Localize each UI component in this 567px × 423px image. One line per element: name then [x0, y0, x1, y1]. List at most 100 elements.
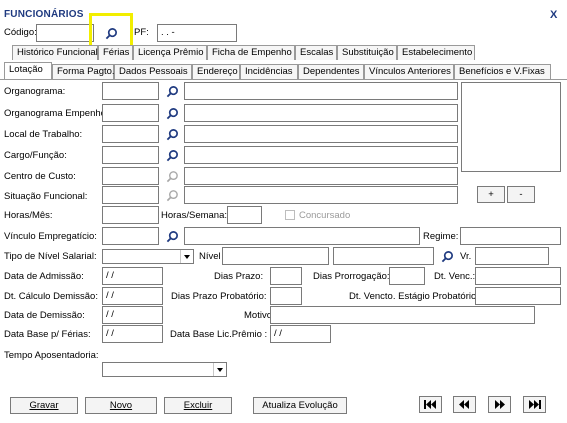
organograma-desc-input[interactable] — [184, 82, 458, 100]
cargo-funcao-desc-input[interactable] — [184, 146, 458, 164]
motivo-input[interactable] — [270, 306, 535, 324]
data-demissao-label: Data de Demissão: — [4, 310, 85, 321]
remove-button[interactable]: - — [507, 186, 535, 203]
tab-historico-funcional[interactable]: Histórico Funcional — [12, 45, 98, 60]
data-demissao-input[interactable]: / / — [102, 306, 163, 324]
dias-prorrogacao-label: Dias Prorrogação: — [313, 271, 390, 282]
tab-escalas[interactable]: Escalas — [295, 45, 337, 60]
organograma-empenho-label: Organograma Empenho: — [4, 108, 109, 119]
chevron-down-icon — [180, 250, 193, 263]
centro-custo-search-icon[interactable] — [162, 167, 182, 185]
data-base-ferias-label: Data Base p/ Férias: — [4, 329, 91, 340]
tab-vinculos-anteriores[interactable]: Vínculos Anteriores — [364, 64, 454, 79]
cpf-label: PF: — [134, 27, 149, 38]
tab-ferias[interactable]: Férias — [98, 45, 133, 60]
cargo-funcao-code-input[interactable] — [102, 146, 159, 164]
tab-forma-pagto[interactable]: Forma Pagto. — [52, 64, 115, 79]
data-admissao-input[interactable]: / / — [102, 267, 163, 285]
tab-beneficios-vfixas[interactable]: Benefícios e V.Fixas — [454, 64, 551, 79]
vinculo-code-input[interactable] — [102, 227, 159, 245]
first-record-icon — [424, 400, 436, 409]
dt-vencto-estagio-input[interactable] — [475, 287, 561, 305]
situacao-funcional-label: Situação Funcional: — [4, 191, 88, 202]
tab-row-1: Histórico Funcional Férias Licença Prêmi… — [12, 45, 475, 60]
tab-row-2: Lotação Forma Pagto. Dados Pessoais Ende… — [4, 62, 551, 79]
previous-record-icon — [459, 400, 469, 409]
next-record-button[interactable] — [488, 396, 511, 413]
data-base-lic-input[interactable]: / / — [270, 325, 331, 343]
nivel-search-icon[interactable] — [437, 247, 457, 265]
tab-lotacao[interactable]: Lotação — [4, 62, 52, 79]
cargo-funcao-search-icon[interactable] — [162, 146, 182, 164]
dias-prazo-probatorio-input[interactable] — [270, 287, 302, 305]
tab-dados-pessoais[interactable]: Dados Pessoais — [114, 64, 192, 79]
lotacao-history-list[interactable] — [461, 82, 561, 172]
vinculo-label: Vínculo Empregatício: — [4, 231, 97, 242]
atualiza-evolucao-button[interactable]: Atualiza Evolução — [253, 397, 347, 414]
dt-calculo-demissao-input[interactable]: / / — [102, 287, 163, 305]
data-base-lic-label: Data Base Lic.Prêmio : — [170, 329, 268, 340]
nivel-input[interactable] — [222, 247, 329, 265]
tempo-aposentadoria-label: Tempo Aposentadoria: — [4, 350, 99, 361]
organograma-code-input[interactable] — [102, 82, 159, 100]
data-admissao-label: Data de Admissão: — [4, 271, 84, 282]
dt-vencto-estagio-label: Dt. Vencto. Estágio Probatório: — [349, 291, 479, 302]
dt-venc-label: Dt. Venc.: — [434, 271, 476, 282]
local-trabalho-label: Local de Trabalho: — [4, 129, 83, 140]
codigo-search-icon[interactable] — [101, 24, 121, 42]
add-button[interactable]: + — [477, 186, 505, 203]
tipo-nivel-select[interactable] — [102, 249, 194, 264]
codigo-input[interactable] — [36, 24, 94, 42]
organograma-empenho-code-input[interactable] — [102, 104, 159, 122]
excluir-button[interactable]: Excluir — [164, 397, 232, 414]
tab-substituicao[interactable]: Substituição — [337, 45, 397, 60]
dias-prazo-probatorio-label: Dias Prazo Probatório: — [171, 291, 267, 302]
tab-ficha-empenho[interactable]: Ficha de Empenho — [207, 45, 295, 60]
previous-record-button[interactable] — [453, 396, 476, 413]
data-base-ferias-input[interactable]: / / — [102, 325, 163, 343]
dt-venc-input[interactable] — [475, 267, 561, 285]
last-record-button[interactable] — [523, 396, 546, 413]
concursado-checkbox[interactable] — [285, 210, 295, 220]
novo-button[interactable]: Novo — [85, 397, 157, 414]
tab-divider — [0, 79, 567, 80]
local-trabalho-search-icon[interactable] — [162, 125, 182, 143]
regime-input[interactable] — [460, 227, 561, 245]
tab-dependentes[interactable]: Dependentes — [298, 64, 364, 79]
vinculo-desc-input[interactable] — [184, 227, 420, 245]
horas-mes-input[interactable] — [102, 206, 159, 224]
organograma-label: Organograma: — [4, 86, 66, 97]
chevron-down-icon — [213, 363, 226, 376]
tipo-nivel-label: Tipo de Nível Salarial: — [4, 251, 97, 262]
tab-licenca-premio[interactable]: Licença Prêmio — [133, 45, 207, 60]
situacao-funcional-search-icon[interactable] — [162, 186, 182, 204]
centro-custo-desc-input[interactable] — [184, 167, 458, 185]
situacao-funcional-desc-input[interactable] — [184, 186, 458, 204]
regime-label: Regime: — [423, 231, 459, 242]
horas-mes-label: Horas/Mês: — [4, 210, 53, 221]
situacao-funcional-code-input[interactable] — [102, 186, 159, 204]
organograma-search-icon[interactable] — [162, 82, 182, 100]
organograma-empenho-search-icon[interactable] — [162, 104, 182, 122]
nivel-desc-input[interactable] — [333, 247, 434, 265]
gravar-button[interactable]: Gravar — [10, 397, 78, 414]
tab-incidencias[interactable]: Incidências — [240, 64, 298, 79]
centro-custo-code-input[interactable] — [102, 167, 159, 185]
tab-estabelecimento[interactable]: Estabelecimento — [397, 45, 475, 60]
cargo-funcao-label: Cargo/Função: — [4, 150, 67, 161]
dias-prorrogacao-input[interactable] — [389, 267, 425, 285]
vinculo-search-icon[interactable] — [162, 227, 182, 245]
close-button[interactable]: X — [550, 9, 557, 21]
local-trabalho-code-input[interactable] — [102, 125, 159, 143]
cpf-input[interactable]: . . - — [157, 24, 237, 42]
codigo-label: Código: — [4, 27, 37, 38]
first-record-button[interactable] — [419, 396, 442, 413]
horas-semana-input[interactable] — [227, 206, 262, 224]
tab-endereco[interactable]: Endereço — [192, 64, 240, 79]
vr-input[interactable] — [475, 247, 549, 265]
vr-label: Vr. — [460, 251, 472, 262]
organograma-empenho-desc-input[interactable] — [184, 104, 458, 122]
dias-prazo-input[interactable] — [270, 267, 302, 285]
tempo-aposentadoria-select[interactable] — [102, 362, 227, 377]
local-trabalho-desc-input[interactable] — [184, 125, 458, 143]
